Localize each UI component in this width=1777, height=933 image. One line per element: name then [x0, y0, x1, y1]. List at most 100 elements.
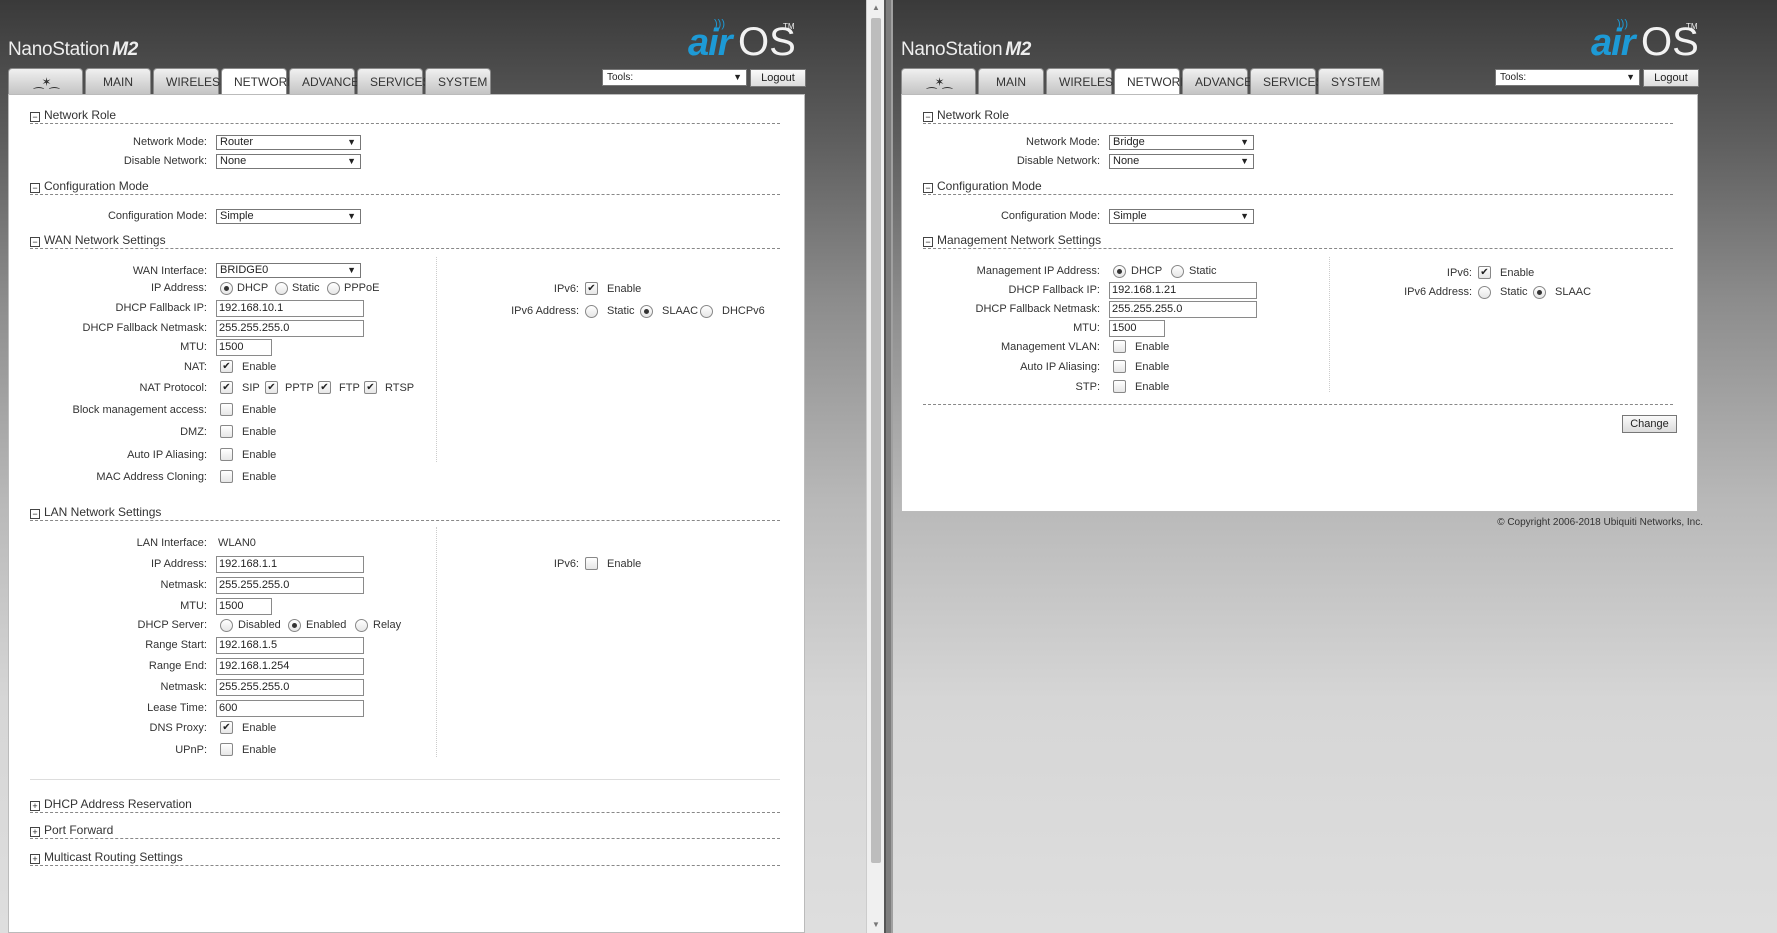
dhcp-fallback-ip-input[interactable]: 192.168.10.1	[216, 300, 364, 317]
tab-main[interactable]: MAIN	[85, 68, 151, 94]
section-network-role[interactable]: − Network Role	[30, 108, 116, 122]
section-network-role[interactable]: − Network Role	[923, 108, 1009, 122]
wan-interface-select[interactable]: BRIDGE0 ▼	[216, 263, 361, 278]
nat-sip-checkbox[interactable]: ✔	[220, 381, 233, 394]
tab-ubnt-logo[interactable]: ⁔✶⁔	[901, 68, 976, 94]
network-mode-select[interactable]: Bridge ▼	[1109, 135, 1254, 150]
logout-button[interactable]: Logout	[750, 69, 806, 87]
wan-ip-static-radio[interactable]	[275, 282, 288, 295]
section-wan-network[interactable]: − WAN Network Settings	[30, 233, 166, 247]
dhcp-server-relay-radio[interactable]	[355, 619, 368, 632]
tab-network[interactable]: NETWORK	[1114, 68, 1188, 95]
lan-ipv6-checkbox[interactable]	[585, 557, 598, 570]
management-vlan-checkbox[interactable]	[1113, 340, 1126, 353]
configuration-mode-select[interactable]: Simple ▼	[216, 209, 361, 224]
disable-network-select[interactable]: None ▼	[1109, 154, 1254, 169]
tab-services[interactable]: SERVICES	[357, 68, 430, 94]
dhcp-fallback-netmask-input[interactable]: 255.255.255.0	[1109, 301, 1257, 318]
mgmt-auto-ip-aliasing-checkbox[interactable]	[1113, 360, 1126, 373]
dhcp-server-disabled-radio[interactable]	[220, 619, 233, 632]
dhcp-netmask-label: Netmask:	[160, 681, 207, 693]
logo-tm: TM	[1686, 22, 1698, 31]
lan-ip-address-input[interactable]: 192.168.1.1	[216, 556, 364, 573]
dhcp-fallback-ip-input[interactable]: 192.168.1.21	[1109, 282, 1257, 299]
tools-select[interactable]: Tools: ▼	[1495, 69, 1640, 86]
wan-ipv6-checkbox[interactable]: ✔	[585, 282, 598, 295]
dns-proxy-checkbox[interactable]: ✔	[220, 721, 233, 734]
wan-ipv6-dhcpv6-radio[interactable]	[700, 305, 713, 318]
mgmt-ip-dhcp-radio[interactable]	[1113, 265, 1126, 278]
dhcp-netmask-input[interactable]: 255.255.255.0	[216, 679, 364, 696]
tab-advanced[interactable]: ADVANCED	[1182, 68, 1261, 94]
wan-ip-dhcp-radio[interactable]	[220, 282, 233, 295]
dhcp-fallback-netmask-input[interactable]: 255.255.255.0	[216, 320, 364, 337]
lan-netmask-label: Netmask:	[160, 579, 207, 591]
tab-services[interactable]: SERVICES	[1250, 68, 1323, 94]
lan-mtu-input[interactable]: 1500	[216, 598, 272, 615]
section-configuration-mode[interactable]: − Configuration Mode	[923, 179, 1042, 193]
mgmt-mtu-input[interactable]: 1500	[1109, 320, 1165, 337]
logout-button[interactable]: Logout	[1643, 69, 1699, 87]
change-button[interactable]: Change	[1622, 415, 1677, 433]
tools-select[interactable]: Tools: ▼	[602, 69, 747, 86]
scroll-down-icon[interactable]: ▼	[867, 917, 885, 933]
wan-ipv6-dhcpv6-label: DHCPv6	[722, 305, 765, 317]
section-management-network[interactable]: − Management Network Settings	[923, 233, 1101, 247]
tab-system[interactable]: SYSTEM	[1318, 68, 1384, 94]
tab-advanced[interactable]: ADVANCED	[289, 68, 368, 94]
tab-network[interactable]: NETWORK	[221, 68, 295, 95]
configuration-mode-select[interactable]: Simple ▼	[1109, 209, 1254, 224]
section-dhcp-address-reservation[interactable]: + DHCP Address Reservation	[30, 797, 192, 811]
pane-divider[interactable]	[884, 0, 893, 933]
range-end-input[interactable]: 192.168.1.254	[216, 658, 364, 675]
tab-wireless[interactable]: WIRELESS	[1046, 68, 1121, 94]
wan-mtu-label: MTU:	[180, 341, 207, 353]
lease-time-input[interactable]: 600	[216, 700, 364, 717]
scroll-up-icon[interactable]: ▲	[867, 0, 885, 16]
network-mode-select[interactable]: Router ▼	[216, 135, 361, 150]
block-management-checkbox[interactable]	[220, 403, 233, 416]
wan-ipv6-slaac-radio[interactable]	[640, 305, 653, 318]
range-start-input[interactable]: 192.168.1.5	[216, 637, 364, 654]
wan-ip-pppoe-radio[interactable]	[327, 282, 340, 295]
section-divider	[30, 123, 780, 124]
dhcp-fallback-ip-label: DHCP Fallback IP:	[115, 302, 208, 314]
section-multicast-routing[interactable]: + Multicast Routing Settings	[30, 850, 183, 864]
section-lan-network[interactable]: − LAN Network Settings	[30, 505, 161, 519]
tab-wireless[interactable]: WIRELESS	[153, 68, 228, 94]
dmz-checkbox[interactable]	[220, 425, 233, 438]
upnp-checkbox[interactable]	[220, 743, 233, 756]
dhcp-server-enabled-radio[interactable]	[288, 619, 301, 632]
tab-system[interactable]: SYSTEM	[425, 68, 491, 94]
nat-rtsp-label: RTSP	[385, 382, 415, 394]
nat-checkbox[interactable]: ✔	[220, 360, 233, 373]
wan-ipv6-static-radio[interactable]	[585, 305, 598, 318]
section-divider	[30, 194, 780, 195]
mac-address-cloning-checkbox[interactable]	[220, 470, 233, 483]
section-configuration-mode[interactable]: − Configuration Mode	[30, 179, 149, 193]
scrollbar-thumb[interactable]	[871, 18, 881, 863]
nat-sip-label: SIP	[242, 382, 260, 394]
section-port-forward[interactable]: + Port Forward	[30, 823, 113, 837]
mgmt-ipv6-checkbox[interactable]: ✔	[1478, 266, 1491, 279]
lan-netmask-input[interactable]: 255.255.255.0	[216, 577, 364, 594]
configuration-mode-label: Configuration Mode:	[1000, 210, 1100, 222]
nat-ftp-checkbox[interactable]: ✔	[318, 381, 331, 394]
nat-rtsp-checkbox[interactable]: ✔	[364, 381, 377, 394]
tab-main[interactable]: MAIN	[978, 68, 1044, 94]
wan-auto-ip-aliasing-checkbox[interactable]	[220, 448, 233, 461]
vertical-scrollbar[interactable]: ▲ ▼	[866, 0, 884, 933]
wan-mtu-input[interactable]: 1500	[216, 339, 272, 356]
nat-pptp-checkbox[interactable]: ✔	[265, 381, 278, 394]
wan-auto-ip-enable-label: Enable	[242, 449, 277, 461]
tab-ubnt-logo[interactable]: ⁔✶⁔	[8, 68, 83, 94]
logo-air: air	[1591, 22, 1635, 64]
mgmt-ipv6-static-radio[interactable]	[1478, 286, 1491, 299]
stp-checkbox[interactable]	[1113, 380, 1126, 393]
mgmt-ip-static-radio[interactable]	[1171, 265, 1184, 278]
expand-icon: +	[30, 854, 40, 864]
disable-network-select[interactable]: None ▼	[216, 154, 361, 169]
mgmt-ipv6-static-label: Static	[1500, 286, 1528, 298]
mgmt-ipv6-slaac-radio[interactable]	[1533, 286, 1546, 299]
management-vlan-enable-label: Enable	[1135, 341, 1170, 353]
